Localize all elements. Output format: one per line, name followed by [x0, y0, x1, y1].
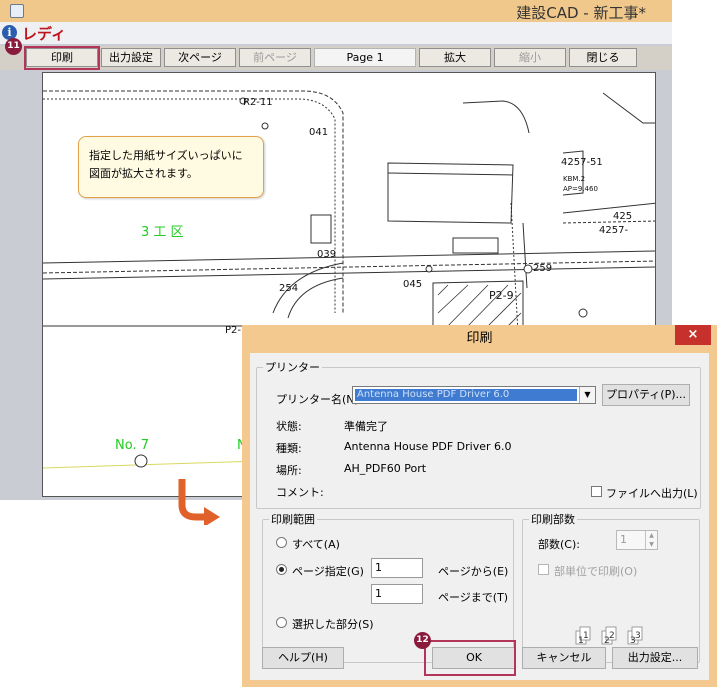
label-4257-51: 4257-51 — [561, 157, 603, 168]
range-pages-label: ページ指定(G) — [292, 565, 364, 578]
label-254: 254 — [279, 283, 298, 294]
printer-name-select[interactable]: Antenna House PDF Driver 6.0 ▼ — [352, 386, 596, 404]
collate-checkbox[interactable] — [538, 564, 549, 575]
label-425: 425 — [613, 211, 632, 222]
prev-page-button[interactable]: 前ページ — [239, 48, 311, 67]
label-p2-9: P2-9 — [489, 289, 514, 302]
title-bar: 建設CAD - 新工事* — [0, 0, 672, 22]
zoom-in-button[interactable]: 拡大 — [419, 48, 491, 67]
copies-legend: 印刷部数 — [531, 513, 575, 526]
close-preview-button[interactable]: 閉じる — [569, 48, 637, 67]
status-mode-bar: i レディ — [0, 22, 672, 44]
range-all-label: すべて(A) — [292, 538, 340, 551]
help-button[interactable]: ヘルプ(H) — [262, 647, 344, 669]
range-selection-radio[interactable] — [276, 617, 287, 628]
from-page-label: ページから(E) — [438, 565, 509, 578]
station-label: No. 7 — [115, 438, 149, 453]
printer-group-legend: プリンター — [265, 361, 320, 374]
svg-text:1: 1 — [583, 631, 589, 641]
ok-button-highlight — [424, 640, 516, 676]
properties-button[interactable]: プロパティ(P)... — [602, 384, 690, 406]
cancel-button[interactable]: キャンセル — [522, 647, 606, 669]
label-039: 039 — [317, 249, 336, 260]
location-label: 場所: — [276, 464, 302, 477]
page-indicator: Page 1 — [314, 48, 416, 67]
to-page-label: ページまで(T) — [438, 591, 509, 604]
label-045: 045 — [403, 279, 422, 290]
app-icon[interactable] — [10, 4, 24, 18]
close-icon[interactable]: × — [675, 325, 711, 345]
svg-text:2: 2 — [609, 631, 615, 641]
type-label: 種類: — [276, 442, 302, 455]
status-value: 準備完了 — [344, 420, 388, 433]
curved-arrow-icon — [178, 479, 220, 525]
range-pages-radio[interactable] — [276, 564, 287, 575]
print-range-legend: 印刷範囲 — [271, 513, 315, 526]
zone-label: 3 工 区 — [141, 225, 184, 240]
range-all-radio[interactable] — [276, 537, 287, 548]
range-selection-label: 選択した部分(S) — [292, 618, 374, 631]
type-value: Antenna House PDF Driver 6.0 — [344, 440, 512, 453]
copies-value: 1 — [620, 533, 627, 546]
print-preview-toolbar: 印刷 出力設定 次ページ 前ページ Page 1 拡大 縮小 閉じる — [0, 46, 672, 70]
print-button-highlight — [24, 46, 100, 70]
label-041: 041 — [309, 127, 328, 138]
next-page-button[interactable]: 次ページ — [164, 48, 236, 67]
label-kbm2: KBM.2 — [563, 175, 585, 183]
spinner-arrows-icon[interactable]: ▲ ▼ — [645, 531, 657, 549]
copies-collate-icon: 11 22 33 — [575, 626, 643, 646]
dialog-body: プリンター プリンター名(N): Antenna House PDF Drive… — [250, 353, 709, 680]
output-settings-dialog-button[interactable]: 出力設定... — [612, 647, 698, 669]
label-4257: 4257- — [599, 225, 628, 236]
comment-label: コメント: — [276, 486, 324, 499]
dialog-title: 印刷 — [466, 331, 493, 346]
step-badge-11: 11 — [5, 38, 22, 55]
svg-text:3: 3 — [635, 631, 641, 641]
dropdown-arrow-icon[interactable]: ▼ — [579, 387, 595, 403]
location-value: AH_PDF60 Port — [344, 462, 427, 475]
output-settings-button[interactable]: 出力設定 — [101, 48, 161, 67]
zoom-out-button[interactable]: 縮小 — [494, 48, 566, 67]
label-ap: AP=9.460 — [563, 185, 598, 193]
status-label: 状態: — [276, 420, 302, 433]
window-title: 建設CAD - 新工事* — [516, 4, 646, 22]
from-page-input[interactable]: 1 — [371, 558, 423, 578]
copies-label: 部数(C): — [538, 538, 580, 551]
callout-note: 指定した用紙サイズいっぱいに図面が拡大されます。 — [78, 136, 264, 198]
printer-name-label: プリンター名(N): — [276, 393, 363, 406]
copies-spinner[interactable]: 1 ▲ ▼ — [616, 530, 658, 550]
label-259: 259 — [533, 263, 552, 274]
print-to-file-checkbox[interactable] — [591, 486, 602, 497]
label-p2: P2- — [225, 325, 241, 336]
print-to-file-label: ファイルへ出力(L) — [606, 487, 698, 500]
to-page-input[interactable]: 1 — [371, 584, 423, 604]
step-badge-12: 12 — [414, 632, 431, 649]
printer-name-value: Antenna House PDF Driver 6.0 — [355, 389, 577, 401]
collate-label: 部単位で印刷(O) — [554, 565, 638, 578]
label-r2-11: R2-11 — [243, 97, 273, 108]
mode-label: レディ — [22, 25, 66, 43]
print-dialog: 印刷 × プリンター プリンター名(N): Antenna House PDF … — [242, 325, 717, 687]
